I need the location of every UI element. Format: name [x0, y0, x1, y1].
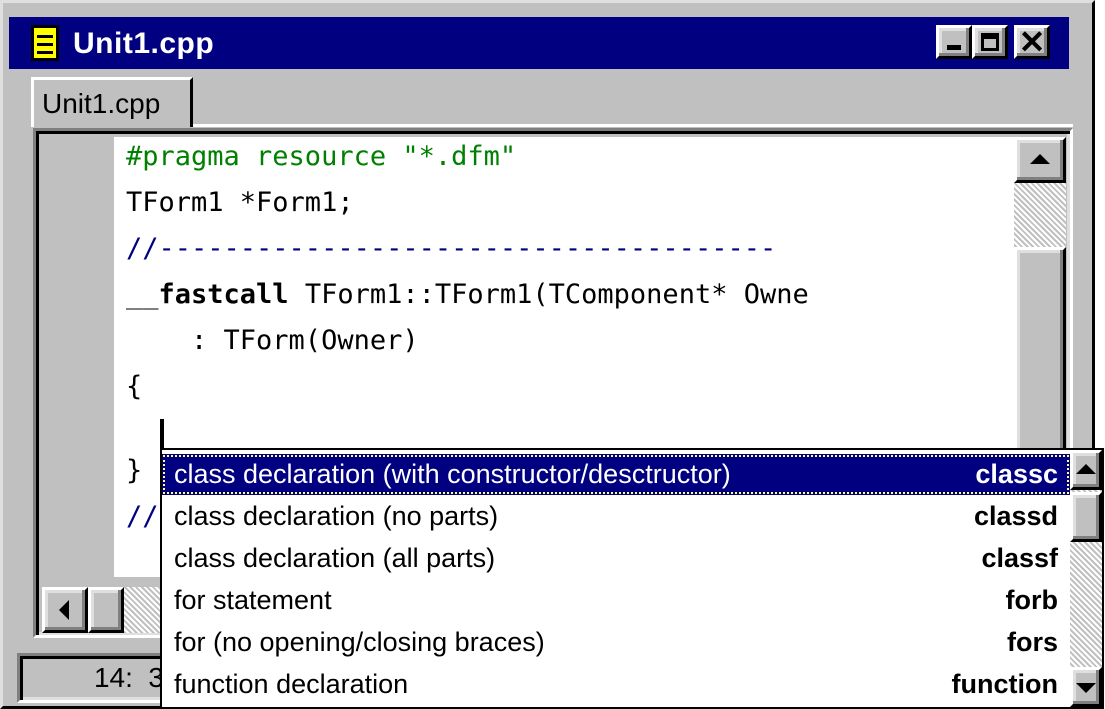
scroll-thumb[interactable]: [1014, 247, 1066, 457]
code-line: }: [126, 455, 143, 486]
template-label: class declaration (all parts): [174, 543, 496, 573]
scroll-left-button[interactable]: [42, 587, 88, 633]
scroll-down-button[interactable]: [1070, 667, 1102, 707]
template-shortcut: classd: [973, 501, 1058, 531]
tab-label: Unit1.cpp: [42, 88, 161, 119]
scroll-thumb[interactable]: [1070, 492, 1102, 542]
list-item[interactable]: for (no opening/closing braces) fors: [162, 622, 1070, 663]
maximize-icon: [981, 33, 999, 51]
cursor-position-panel: 14: 3: [17, 653, 177, 703]
popup-scrollbar[interactable]: [1070, 450, 1102, 707]
close-button[interactable]: ✕: [1014, 24, 1050, 60]
list-item[interactable]: class declaration (with constructor/desc…: [162, 454, 1070, 495]
template-list[interactable]: class declaration (with constructor/desc…: [162, 450, 1070, 707]
template-shortcut: fors: [1006, 627, 1058, 657]
scroll-up-button[interactable]: [1070, 450, 1102, 490]
arrow-up-icon: [1030, 154, 1050, 164]
title-bar[interactable]: Unit1.cpp ✕: [9, 17, 1069, 69]
arrow-up-icon: [1076, 464, 1096, 474]
template-shortcut: classc: [975, 459, 1058, 489]
close-icon: ✕: [1018, 24, 1046, 60]
code-line: : TForm(Owner): [126, 325, 419, 356]
tab-unit1-cpp[interactable]: Unit1.cpp: [31, 77, 193, 127]
list-item[interactable]: class declaration (no parts) classd: [162, 496, 1070, 537]
minimize-icon: [947, 45, 961, 50]
template-shortcut: classf: [981, 543, 1058, 573]
window-title: Unit1.cpp: [73, 27, 215, 60]
code-line: #pragma resource "*.dfm": [126, 141, 517, 172]
list-item[interactable]: for statement forb: [162, 580, 1070, 621]
scroll-up-button[interactable]: [1014, 137, 1066, 183]
template-label: for (no opening/closing braces): [174, 627, 545, 657]
arrow-left-icon: [59, 600, 69, 620]
tab-divider: [193, 124, 1073, 127]
code-line: //: [126, 501, 159, 532]
template-label: class declaration (with constructor/desc…: [174, 459, 731, 489]
code-line: TForm1 *Form1;: [126, 187, 354, 218]
code-line: {: [126, 371, 143, 402]
list-item[interactable]: class declaration (all parts) classf: [162, 538, 1070, 579]
template-shortcut: function: [951, 669, 1058, 699]
code-keyword: fastcall: [158, 279, 289, 310]
list-item[interactable]: function declaration function: [162, 664, 1070, 705]
maximize-button[interactable]: [972, 25, 1008, 59]
code-line: __fastcall TForm1::TForm1(TComponent* Ow…: [126, 279, 809, 310]
template-label: function declaration: [174, 669, 409, 699]
template-shortcut: forb: [1005, 585, 1058, 615]
template-label: for statement: [174, 585, 332, 615]
scroll-thumb[interactable]: [88, 587, 124, 633]
code-template-popup: class declaration (with constructor/desc…: [160, 448, 1104, 709]
minimize-button[interactable]: [936, 25, 972, 59]
cursor-position: 14: 3: [93, 662, 164, 693]
editor-gutter: [42, 137, 114, 577]
document-icon: [31, 25, 59, 61]
code-line: //--------------------------------------: [126, 233, 777, 264]
code-token: TForm1::TForm1(TComponent* Owne: [288, 279, 809, 310]
template-label: class declaration (no parts): [174, 501, 499, 531]
arrow-down-icon: [1076, 683, 1096, 693]
code-token: __: [126, 279, 159, 310]
